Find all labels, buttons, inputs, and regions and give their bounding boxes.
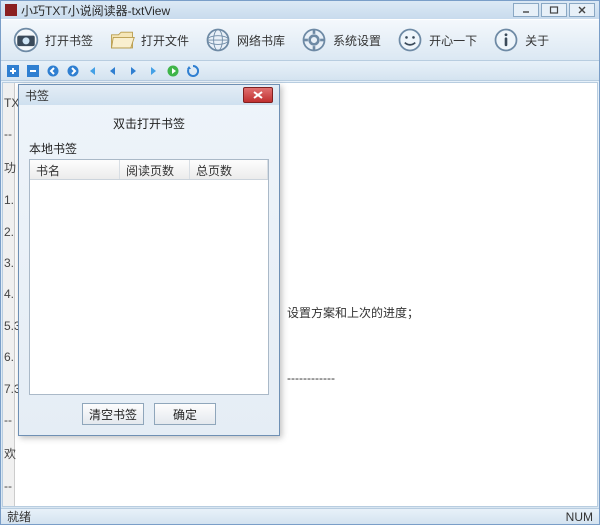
maximize-button[interactable] [541,3,567,17]
mini-refresh-button[interactable] [185,63,201,79]
bookmark-icon [11,25,41,55]
main-toolbar: 打开书签 打开文件 网络书库 系统设置 开心一下 关于 [1,19,599,61]
online-library-button[interactable]: 网络书库 [197,23,291,57]
status-text: 就绪 [7,508,31,525]
folder-icon [107,25,137,55]
mini-prev-button[interactable] [105,63,121,79]
smiley-icon [395,25,425,55]
toolbar-label: 关于 [525,32,549,49]
minimize-button[interactable] [513,3,539,17]
bookmark-dialog: 书签 双击打开书签 本地书签 书名 阅读页数 总页数 清空书签 确定 [18,84,280,436]
col-readpages[interactable]: 阅读页数 [120,160,190,179]
toolbar-label: 网络书库 [237,32,285,49]
list-body[interactable] [30,180,268,394]
status-num: NUM [566,510,593,524]
info-icon [491,25,521,55]
group-label: 本地书签 [29,140,269,157]
clear-bookmarks-button[interactable]: 清空书签 [82,403,144,425]
ok-button[interactable]: 确定 [154,403,216,425]
toolbar-label: 系统设置 [333,32,381,49]
list-header: 书名 阅读页数 总页数 [30,160,268,180]
globe-icon [203,25,233,55]
reader-divider: ------------ [287,369,335,388]
line-gutter: TX -- 功 1. 2. 3. 4. 5.3 6. 7.3 -- 欢 -- [3,83,15,506]
mini-next-button[interactable] [125,63,141,79]
app-icon [5,4,17,16]
dialog-close-button[interactable] [243,87,273,103]
dialog-buttons: 清空书签 确定 [29,395,269,425]
window-title: 小巧TXT小说阅读器-txtView [21,2,170,19]
gear-icon [299,25,329,55]
toolbar-label: 打开书签 [45,32,93,49]
open-file-button[interactable]: 打开文件 [101,23,195,57]
mini-toolbar [1,61,599,81]
about-button[interactable]: 关于 [485,23,555,57]
mini-play-button[interactable] [165,63,181,79]
reader-text: 设置方案和上次的进度； [287,304,419,323]
fun-button[interactable]: 开心一下 [389,23,483,57]
close-button[interactable] [569,3,595,17]
toolbar-label: 打开文件 [141,32,189,49]
toolbar-label: 开心一下 [429,32,477,49]
mini-plus-button[interactable] [5,63,21,79]
open-bookmark-button[interactable]: 打开书签 [5,23,99,57]
dialog-title-text: 书签 [25,87,49,104]
col-bookname[interactable]: 书名 [30,160,120,179]
dialog-titlebar: 书签 [19,85,279,105]
mini-next-alt-button[interactable] [145,63,161,79]
mini-prev-alt-button[interactable] [85,63,101,79]
settings-button[interactable]: 系统设置 [293,23,387,57]
statusbar: 就绪 NUM [1,508,599,524]
dialog-subtitle: 双击打开书签 [29,111,269,140]
col-totalpages[interactable]: 总页数 [190,160,268,179]
mini-forward-button[interactable] [65,63,81,79]
titlebar: 小巧TXT小说阅读器-txtView [1,1,599,19]
mini-minus-button[interactable] [25,63,41,79]
dialog-body: 双击打开书签 本地书签 书名 阅读页数 总页数 清空书签 确定 [19,105,279,435]
mini-back-button[interactable] [45,63,61,79]
bookmark-list[interactable]: 书名 阅读页数 总页数 [29,159,269,395]
